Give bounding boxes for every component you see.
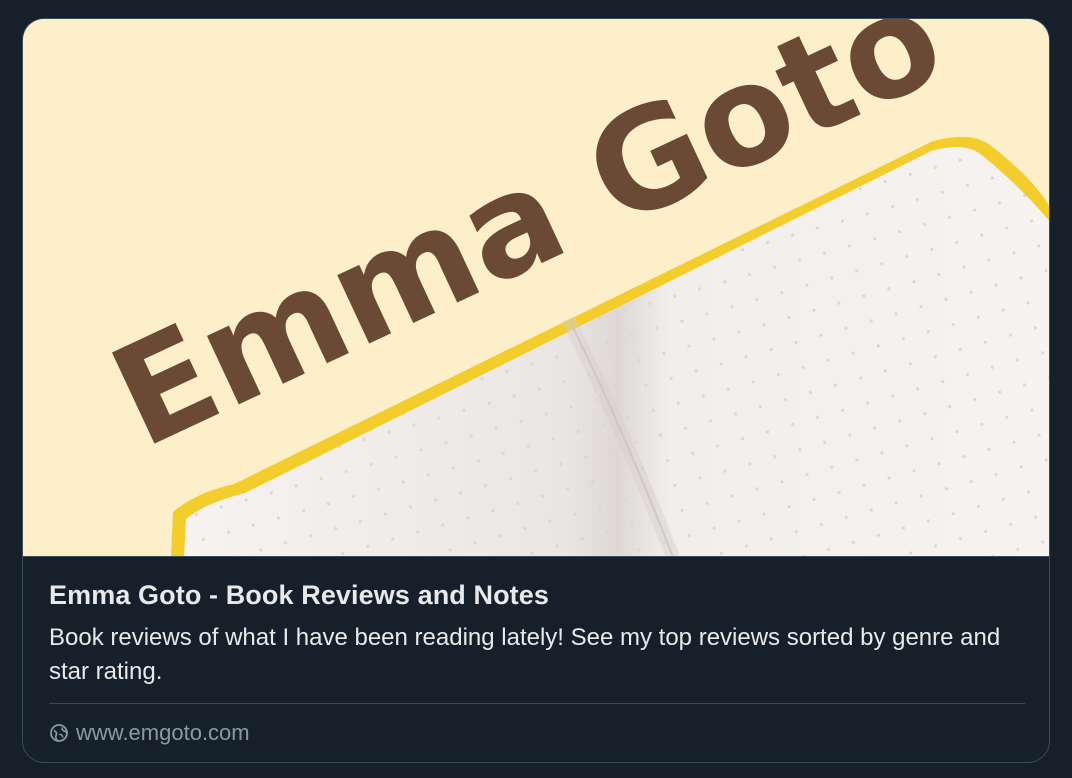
domain-url[interactable]: www.emgoto.com xyxy=(76,719,250,747)
link-preview-card[interactable]: Emma Goto Emma Goto - Book Reviews and N… xyxy=(22,18,1050,763)
preview-image[interactable]: Emma Goto xyxy=(23,19,1049,557)
link-domain[interactable]: www.emgoto.com xyxy=(49,719,250,747)
emma-goto-book-artwork: Emma Goto xyxy=(23,19,1049,556)
globe-icon xyxy=(49,723,69,743)
card-text-block[interactable]: Emma Goto - Book Reviews and Notes Book … xyxy=(49,557,1025,689)
card-divider xyxy=(49,703,1025,704)
link-description: Book reviews of what I have been reading… xyxy=(49,624,1001,685)
link-title[interactable]: Emma Goto - Book Reviews and Notes xyxy=(49,579,1025,611)
